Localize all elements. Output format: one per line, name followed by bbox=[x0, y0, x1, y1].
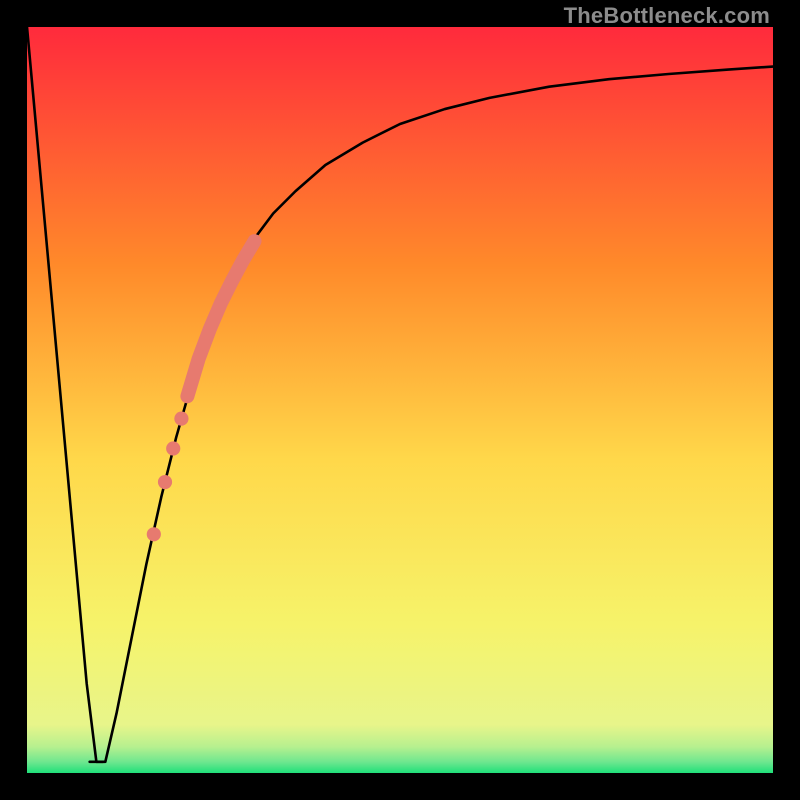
plot-area bbox=[27, 27, 773, 773]
chart-frame: TheBottleneck.com bbox=[0, 0, 800, 800]
data-marker bbox=[174, 412, 188, 426]
data-marker bbox=[147, 527, 161, 541]
bottleneck-curve-chart bbox=[27, 27, 773, 773]
data-marker bbox=[166, 441, 180, 455]
data-marker bbox=[158, 475, 172, 489]
watermark-text: TheBottleneck.com bbox=[564, 3, 770, 29]
